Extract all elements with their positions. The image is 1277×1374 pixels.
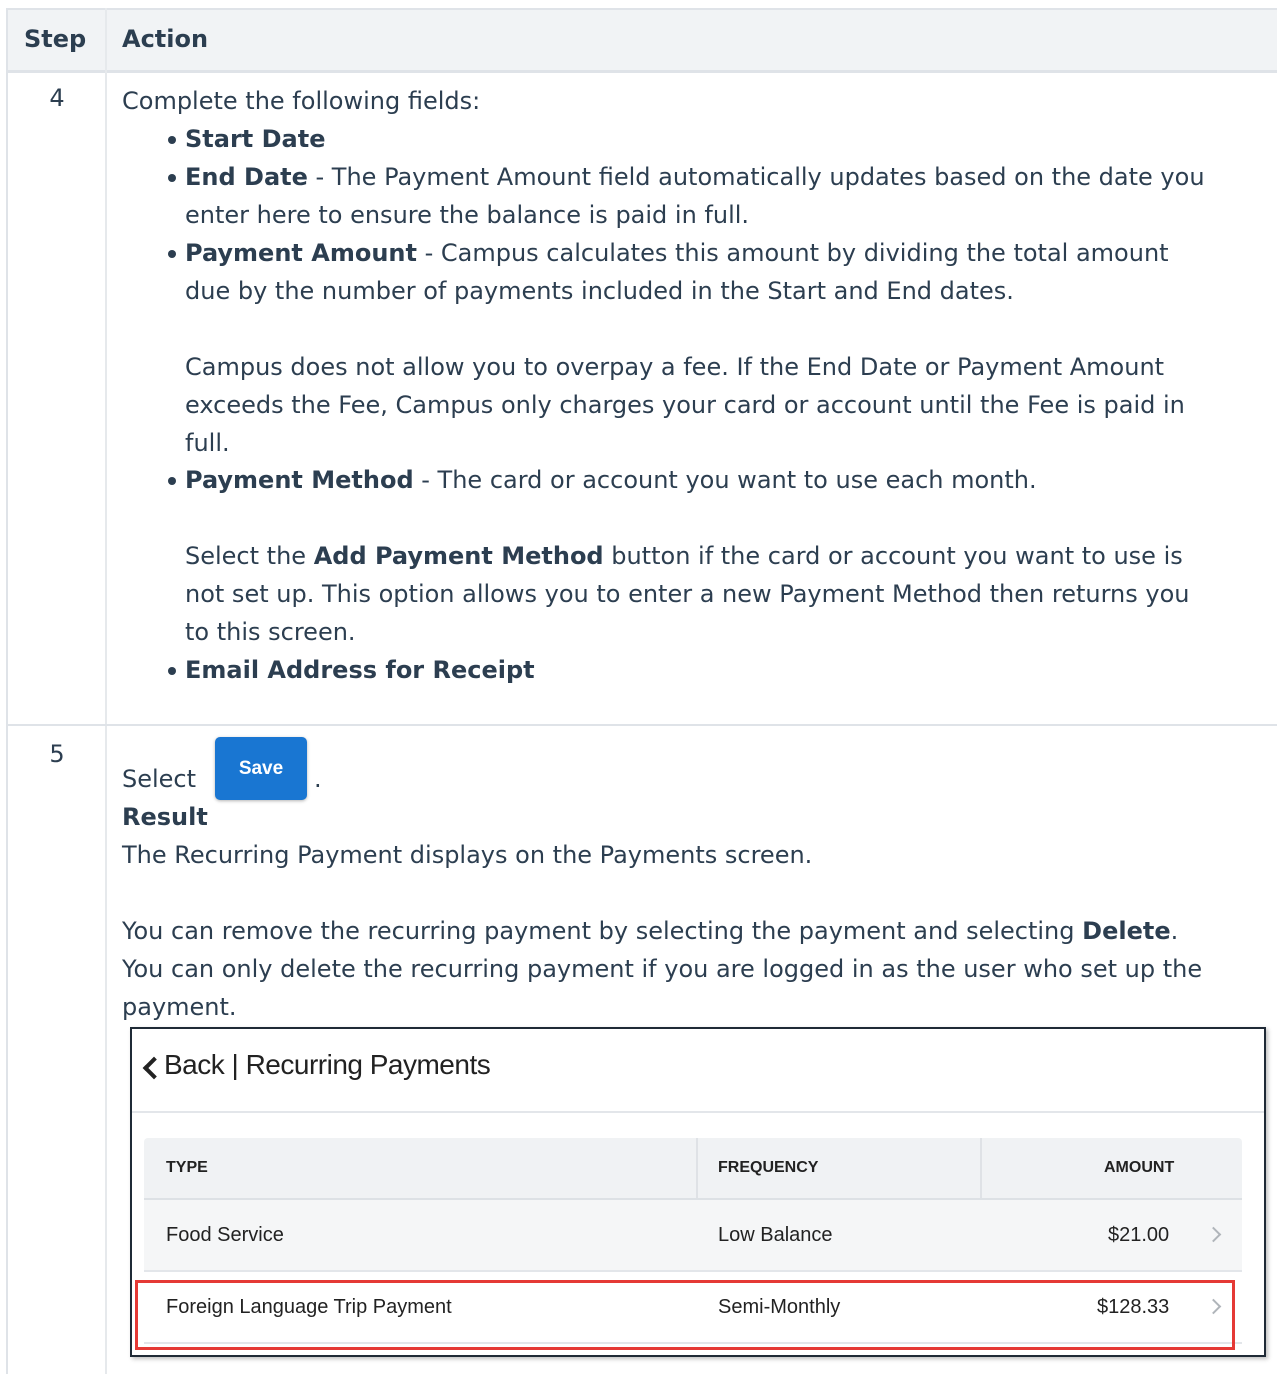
delete-pre: You can remove the recurring payment by … xyxy=(122,917,1083,945)
screenshot-header: Back | Recurring Payments xyxy=(132,1029,1264,1113)
save-button[interactable]: Save xyxy=(215,737,307,800)
select-text: Select xyxy=(122,765,197,793)
step-number-4: 4 xyxy=(49,84,65,112)
header-action: Action xyxy=(122,25,209,53)
result-text: The Recurring Payment displays on the Pa… xyxy=(122,841,813,869)
highlight-box xyxy=(135,1280,1235,1350)
add-payment-method-note: Select the Add Payment Method button if … xyxy=(185,537,1183,575)
field-payment-method: Payment Method - The card or account you… xyxy=(168,461,1037,499)
overpay-note-3: full. xyxy=(185,429,230,457)
overpay-note-2: exceeds the Fee, Campus only charges you… xyxy=(185,391,1185,419)
field-end-date: End Date - The Payment Amount field auto… xyxy=(168,158,1205,196)
overpay-note-1: Campus does not allow you to overpay a f… xyxy=(185,353,1165,381)
payment-amount-label: Payment Amount xyxy=(185,239,417,267)
step-number-5: 5 xyxy=(49,740,65,768)
end-date-desc-2: enter here to ensure the balance is paid… xyxy=(185,201,750,229)
end-date-desc: - The Payment Amount field automatically… xyxy=(307,163,1205,191)
column-divider xyxy=(980,1138,982,1198)
add-payment-method-note-3: to this screen. xyxy=(185,618,356,646)
add-payment-method-note-2: not set up. This option allows you to en… xyxy=(185,580,1190,608)
add-pm-post: button if the card or account you want t… xyxy=(603,542,1183,570)
header-step: Step xyxy=(24,25,87,53)
field-email-address: Email Address for Receipt xyxy=(168,651,535,689)
column-divider xyxy=(696,1138,698,1198)
add-pm-bold: Add Payment Method xyxy=(313,542,604,570)
select-period: . xyxy=(314,765,322,793)
row-frequency: Low Balance xyxy=(718,1224,833,1246)
delete-note-3: payment. xyxy=(122,993,237,1021)
add-pm-pre: Select the xyxy=(185,542,314,570)
row-amount: $21.00 xyxy=(1108,1224,1170,1246)
column-type: TYPE xyxy=(166,1159,208,1176)
steps-table: Step Action 4 Complete the following fie… xyxy=(6,8,1277,1374)
result-label: Result xyxy=(122,803,208,831)
column-divider xyxy=(105,8,107,1374)
field-payment-amount: Payment Amount - Campus calculates this … xyxy=(168,234,1169,272)
payment-method-desc: - The card or account you want to use ea… xyxy=(413,466,1037,494)
table-header: Step Action xyxy=(8,8,1277,73)
delete-bold: Delete xyxy=(1082,917,1171,945)
column-frequency: FREQUENCY xyxy=(718,1159,819,1176)
row-divider xyxy=(8,724,1277,726)
grid-header: TYPE FREQUENCY AMOUNT xyxy=(144,1138,1242,1200)
screenshot-title: Back | Recurring Payments xyxy=(164,1049,491,1080)
column-amount: AMOUNT xyxy=(1104,1159,1175,1176)
delete-note-2: You can only delete the recurring paymen… xyxy=(122,955,1203,983)
table-row[interactable]: Food Service Low Balance $21.00 xyxy=(144,1200,1242,1272)
payment-amount-desc: - Campus calculates this amount by divid… xyxy=(416,239,1169,267)
payment-amount-desc-2: due by the number of payments included i… xyxy=(185,277,1014,305)
end-date-label: End Date xyxy=(185,163,308,191)
chevron-left-icon[interactable] xyxy=(142,1056,166,1080)
field-start-date: Start Date xyxy=(167,120,325,158)
delete-note: You can remove the recurring payment by … xyxy=(122,912,1178,950)
step4-intro: Complete the following fields: xyxy=(122,87,481,115)
chevron-right-icon xyxy=(1205,1226,1222,1243)
row-type: Food Service xyxy=(166,1224,284,1246)
payment-method-label: Payment Method xyxy=(185,466,414,494)
delete-post: . xyxy=(1170,917,1179,945)
